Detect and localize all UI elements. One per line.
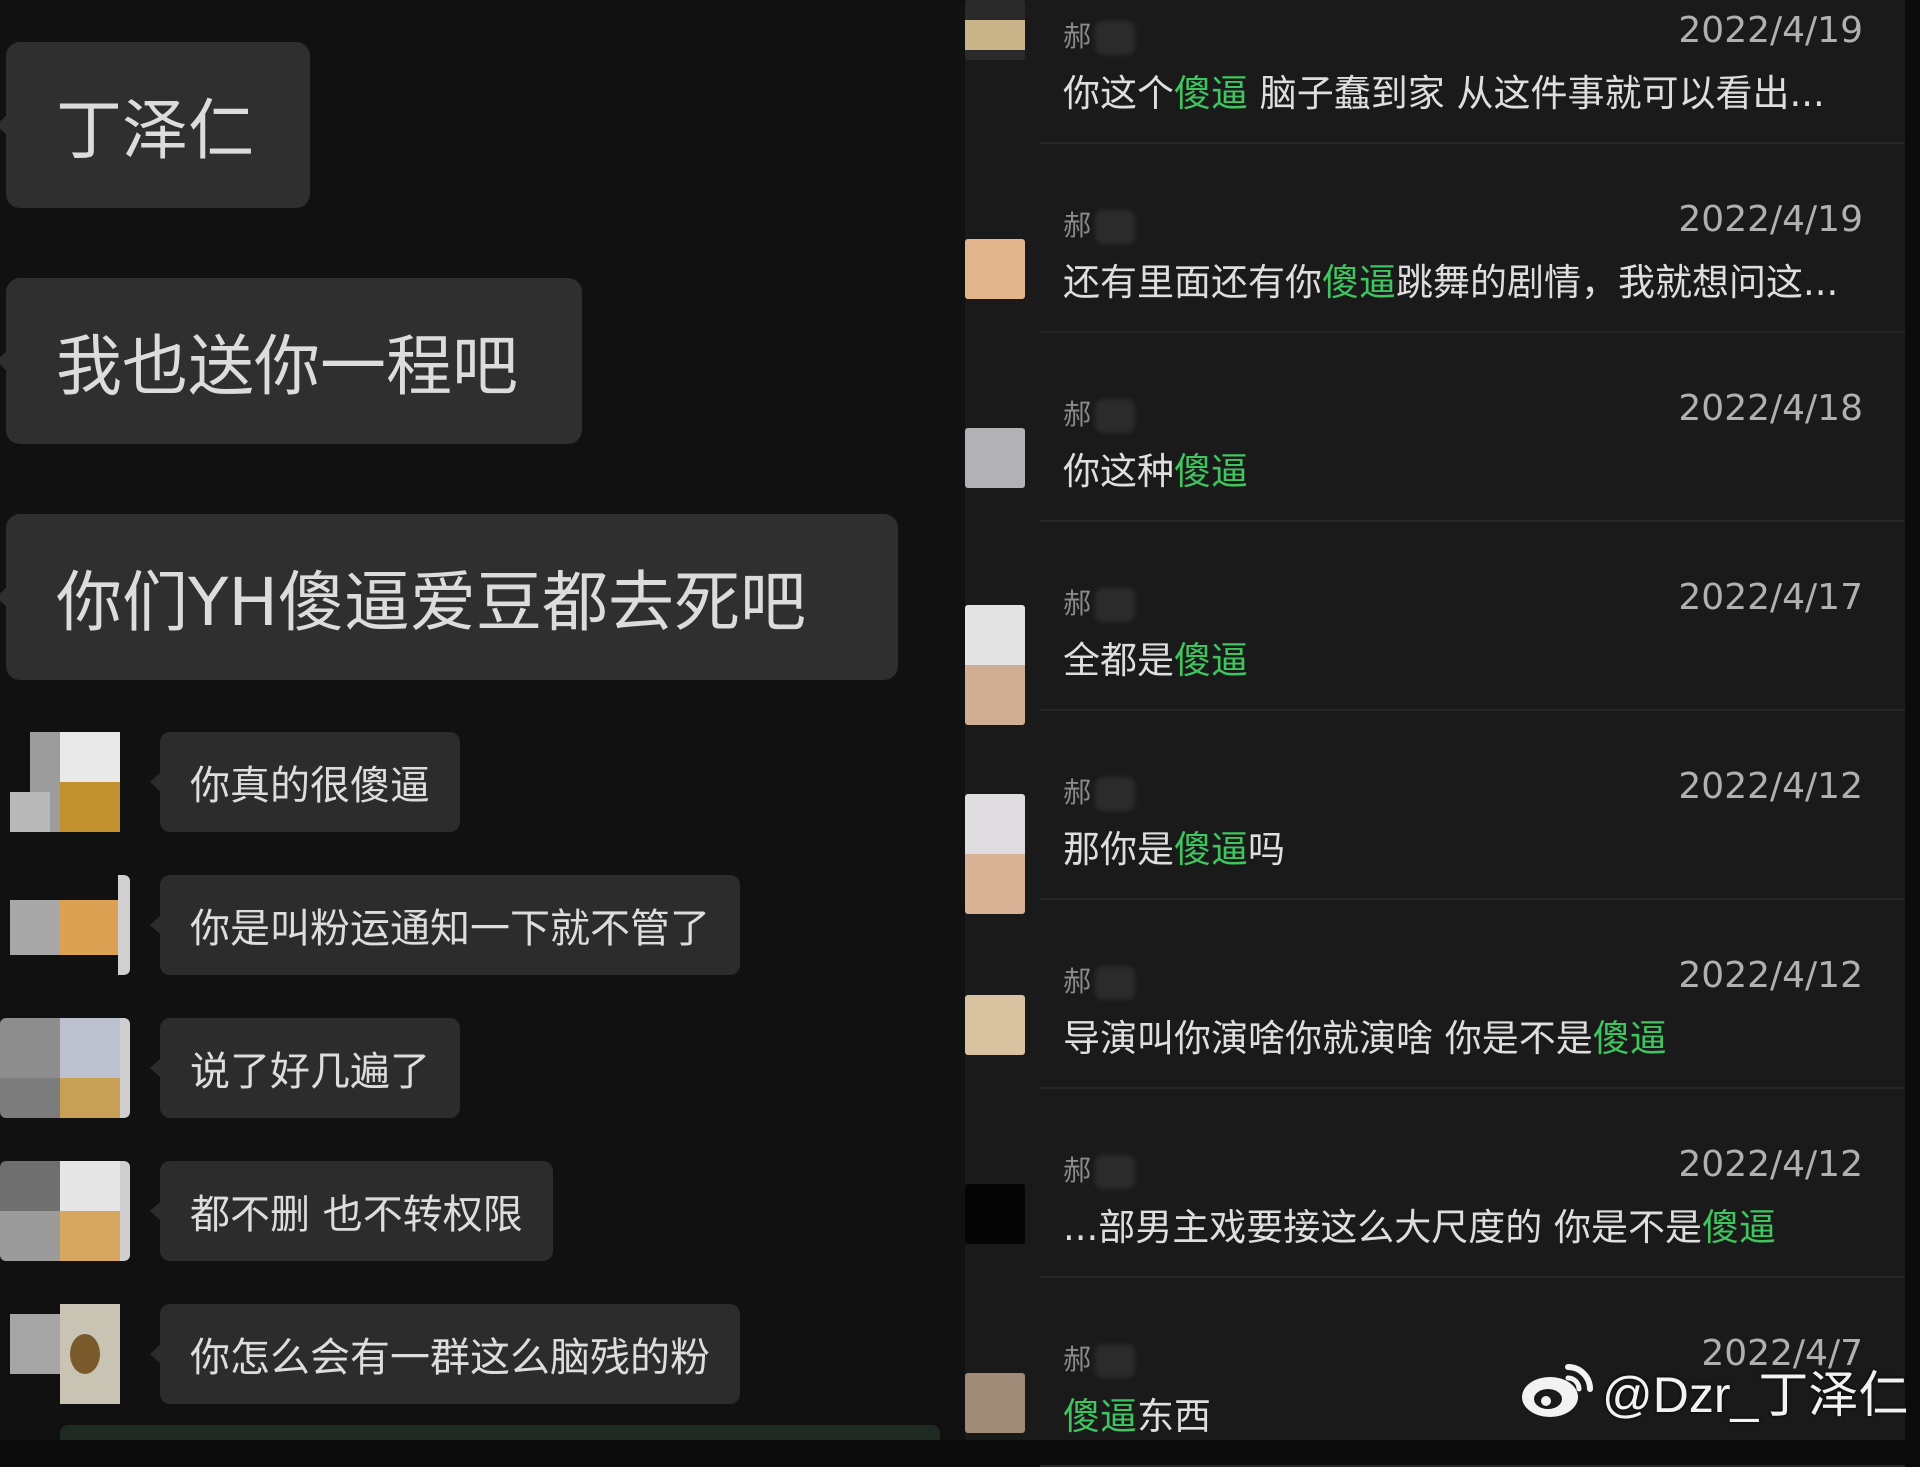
watermark-text: @Dzr_丁泽仁 [1602, 1367, 1909, 1423]
comment-keyword-highlight: 傻逼 [1174, 639, 1248, 682]
avatar[interactable] [965, 1373, 1025, 1433]
comment-text: 你这种傻逼 [1063, 441, 1248, 495]
avatar[interactable] [965, 0, 1025, 60]
comment-date: 2022/4/12 [1678, 955, 1863, 996]
comment-username-text: 郝 [1063, 398, 1092, 431]
username-redaction [1095, 1155, 1136, 1189]
avatar[interactable] [965, 239, 1025, 299]
comment-username-text: 郝 [1063, 1154, 1092, 1187]
avatar[interactable] [965, 605, 1025, 725]
avatar[interactable] [0, 1018, 130, 1118]
comment-item[interactable]: 郝 2022/4/19 你这个傻逼 脑子蠢到家 从这件事就可以看出... [965, 0, 1905, 144]
comment-username[interactable]: 郝 [1063, 393, 1136, 433]
comment-text-pre: 导演叫你演啥你就演啥 你是不是 [1063, 1017, 1593, 1060]
comment-text: 导演叫你演啥你就演啥 你是不是傻逼 [1063, 1008, 1667, 1062]
comment-item[interactable]: 郝 2022/4/19 还有里面还有你傻逼跳舞的剧情，我就想问这... [965, 144, 1905, 333]
comment-username[interactable]: 郝 [1063, 15, 1136, 55]
comment-keyword-highlight: 傻逼 [1174, 72, 1248, 115]
comment-username-text: 郝 [1063, 965, 1092, 998]
comment-text: 你这个傻逼 脑子蠢到家 从这件事就可以看出... [1063, 63, 1825, 117]
chat-bubble-large: 丁泽仁 [0, 42, 310, 208]
comment-date: 2022/4/19 [1678, 10, 1863, 51]
comment-date: 2022/4/19 [1678, 199, 1863, 240]
comment-text-post: 跳舞的剧情，我就想问这... [1396, 261, 1839, 304]
chat-bubble: 你真的很傻逼 [150, 732, 460, 832]
weibo-logo-icon [1522, 1364, 1593, 1417]
comment-date: 2022/4/12 [1678, 766, 1863, 807]
chat-bubble: 你是叫粉运通知一下就不管了 [150, 875, 740, 975]
comment-username[interactable]: 郝 [1063, 771, 1136, 811]
comment-date: 2022/4/18 [1678, 388, 1863, 429]
comment-text-post: 吗 [1248, 828, 1285, 871]
chat-message-row: 你是叫粉运通知一下就不管了 [0, 875, 965, 975]
comment-text-pre: 你这种 [1063, 450, 1174, 493]
comment-text-pre: 你这个 [1063, 72, 1174, 115]
chat-message-row: 说了好几遍了 [0, 1018, 965, 1118]
comment-username-text: 郝 [1063, 1343, 1092, 1376]
comment-username-text: 郝 [1063, 20, 1092, 53]
username-redaction [1095, 777, 1136, 811]
comment-username-text: 郝 [1063, 209, 1092, 242]
avatar[interactable] [965, 1184, 1025, 1244]
comment-username[interactable]: 郝 [1063, 960, 1136, 1000]
comment-text: 那你是傻逼吗 [1063, 819, 1285, 873]
chat-bubble: 你怎么会有一群这么脑残的粉 [150, 1304, 740, 1404]
comment-keyword-highlight: 傻逼 [1174, 450, 1248, 493]
username-redaction [1095, 21, 1136, 55]
comment-text-pre: 还有里面还有你 [1063, 261, 1322, 304]
username-redaction [1095, 210, 1136, 244]
comment-text: 傻逼东西 [1063, 1386, 1211, 1440]
comment-text-post: 脑子蠢到家 从这件事就可以看出... [1248, 72, 1825, 115]
comment-username[interactable]: 郝 [1063, 1338, 1136, 1378]
comment-item[interactable]: 郝 2022/4/17 全都是傻逼 [965, 522, 1905, 725]
comment-text-pre: 那你是 [1063, 828, 1174, 871]
username-redaction [1095, 1344, 1136, 1378]
chat-panel: 丁泽仁 我也送你一程吧 你们YH傻逼爱豆都去死吧 你真的很傻逼 你是叫粉运通知一… [0, 0, 965, 1440]
avatar[interactable] [0, 732, 130, 832]
chat-bubble-large: 我也送你一程吧 [0, 278, 582, 444]
avatar[interactable] [0, 875, 130, 975]
comment-text-pre: 全都是 [1063, 639, 1174, 682]
comment-item[interactable]: 郝 2022/4/12 导演叫你演啥你就演啥 你是不是傻逼 [965, 900, 1905, 1089]
username-redaction [1095, 399, 1136, 433]
avatar[interactable] [0, 1161, 130, 1261]
comment-username-text: 郝 [1063, 776, 1092, 809]
weibo-watermark: @Dzr_丁泽仁 [1520, 1356, 1908, 1426]
chat-bubble-partial [60, 1425, 940, 1440]
comment-date: 2022/4/12 [1678, 1144, 1863, 1185]
comment-item[interactable]: 郝 2022/4/12 ...部男主戏要接这么大尺度的 你是不是傻逼 [965, 1089, 1905, 1278]
comment-keyword-highlight: 傻逼 [1702, 1206, 1777, 1249]
avatar[interactable] [965, 428, 1025, 488]
chat-bubble: 都不删 也不转权限 [150, 1161, 553, 1261]
comment-keyword-highlight: 傻逼 [1063, 1395, 1137, 1438]
avatar[interactable] [965, 794, 1025, 914]
comment-list[interactable]: 郝 2022/4/19 你这个傻逼 脑子蠢到家 从这件事就可以看出... 郝 2022/… [965, 0, 1905, 1467]
comment-item[interactable]: 郝 2022/4/18 你这种傻逼 [965, 333, 1905, 522]
comment-username[interactable]: 郝 [1063, 582, 1136, 622]
chat-bubble: 说了好几遍了 [150, 1018, 460, 1118]
comment-keyword-highlight: 傻逼 [1174, 828, 1248, 871]
comment-date: 2022/4/17 [1678, 577, 1863, 618]
comment-keyword-highlight: 傻逼 [1592, 1017, 1667, 1060]
chat-bubble-large: 你们YH傻逼爱豆都去死吧 [0, 514, 898, 680]
comment-text-pre: ...部男主戏要接这么大尺度的 你是不是 [1063, 1206, 1703, 1249]
comment-username[interactable]: 郝 [1063, 1149, 1136, 1189]
comment-text: 全都是傻逼 [1063, 630, 1248, 684]
chat-message-row: 都不删 也不转权限 [0, 1161, 965, 1261]
avatar[interactable] [965, 995, 1025, 1055]
chat-message-row: 你真的很傻逼 [0, 732, 965, 832]
comment-text: 还有里面还有你傻逼跳舞的剧情，我就想问这... [1063, 252, 1838, 306]
username-redaction [1095, 588, 1136, 622]
comment-text-post: 东西 [1137, 1395, 1211, 1438]
comment-item[interactable]: 郝 2022/4/12 那你是傻逼吗 [965, 711, 1905, 914]
chat-message-row: 你怎么会有一群这么脑残的粉 [0, 1304, 965, 1404]
comment-keyword-highlight: 傻逼 [1322, 261, 1396, 304]
avatar[interactable] [0, 1304, 130, 1404]
username-redaction [1095, 966, 1136, 1000]
comment-text: ...部男主戏要接这么大尺度的 你是不是傻逼 [1063, 1197, 1776, 1251]
comment-username[interactable]: 郝 [1063, 204, 1136, 244]
comment-username-text: 郝 [1063, 587, 1092, 620]
